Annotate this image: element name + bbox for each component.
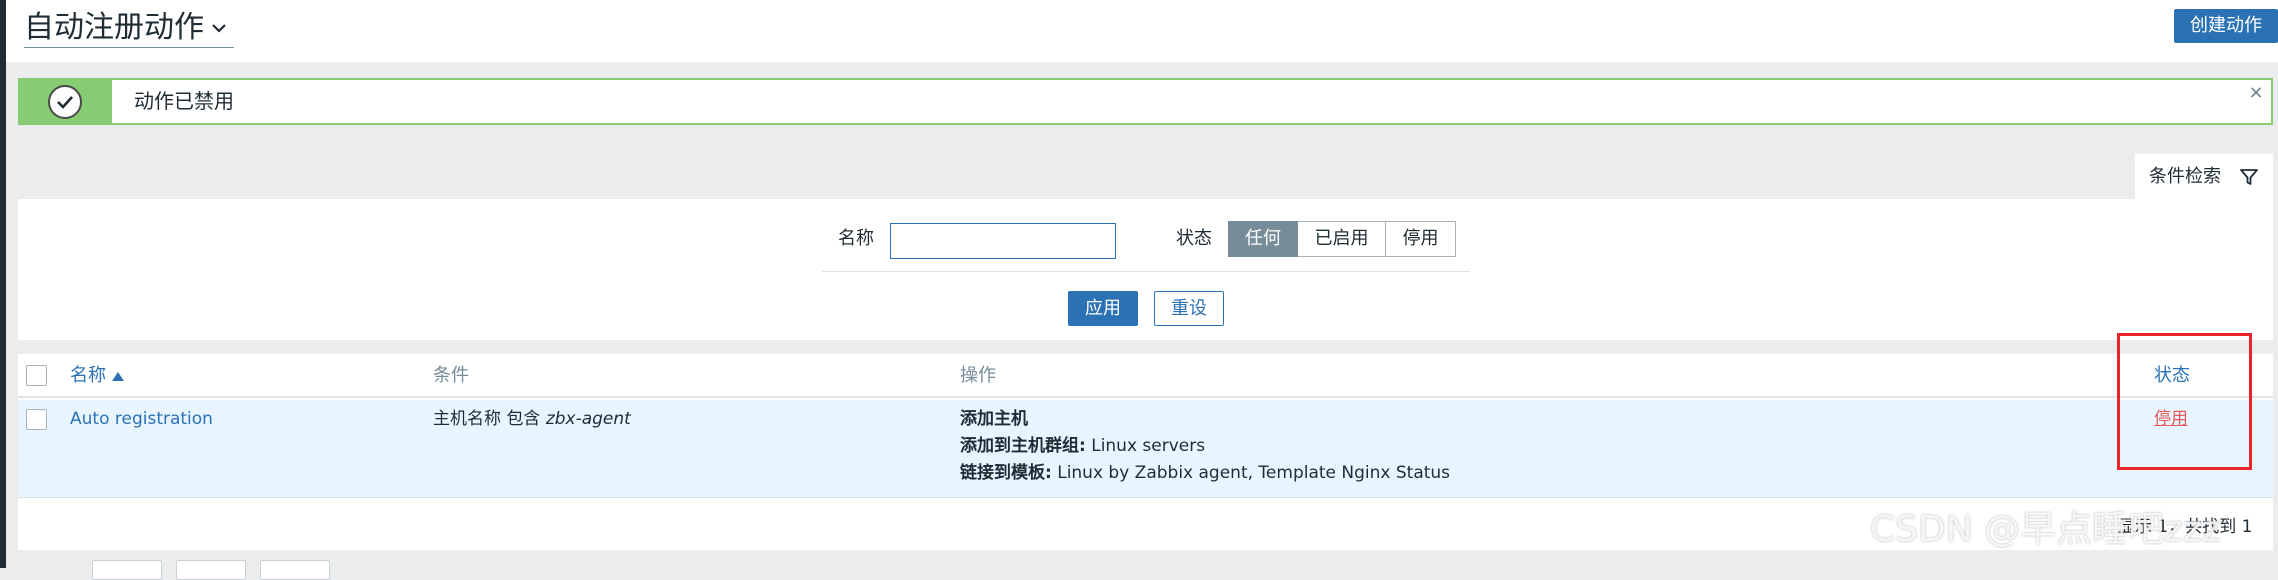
- status-filter-segmented: 任何 已启用 停用: [1228, 221, 1456, 257]
- csdn-watermark: CSDN @早点睡吧zzz: [1870, 509, 2221, 550]
- create-action-button[interactable]: 创建动作: [2174, 9, 2278, 43]
- column-header-name[interactable]: 名称: [70, 354, 124, 398]
- row-checkbox[interactable]: [26, 409, 47, 430]
- action-name-link[interactable]: Auto registration: [70, 406, 213, 433]
- bottom-action-button[interactable]: [260, 560, 330, 580]
- filter-tab[interactable]: 条件检索: [2135, 154, 2273, 199]
- status-column-highlight: [2117, 333, 2252, 470]
- status-option-enabled[interactable]: 已启用: [1298, 221, 1386, 257]
- message-icon-area: [20, 80, 112, 123]
- column-header-operations: 操作: [960, 365, 996, 386]
- operation-line: 链接到模板: Linux by Zabbix agent, Template N…: [960, 463, 1451, 483]
- message-text: 动作已禁用: [134, 89, 234, 113]
- status-filter-label: 状态: [1176, 228, 1212, 249]
- page-title-dropdown[interactable]: 自动注册动作: [24, 8, 234, 48]
- operation-line: 添加到主机群组: Linux servers: [960, 436, 1206, 456]
- filter-icon: [2240, 169, 2258, 185]
- action-conditions: 主机名称 包含 zbx-agent: [433, 409, 631, 429]
- table-row: Auto registration 主机名称 包含 zbx-agent 添加主机…: [18, 400, 2273, 498]
- status-option-disabled[interactable]: 停用: [1386, 221, 1456, 257]
- close-icon[interactable]: ×: [2247, 84, 2265, 102]
- page-header: 自动注册动作 创建动作: [6, 0, 2278, 62]
- apply-button[interactable]: 应用: [1068, 291, 1138, 326]
- sort-ascending-icon: [112, 371, 124, 381]
- filter-panel: 名称 状态 任何 已启用 停用 应用 重设: [18, 199, 2273, 340]
- left-sidebar-edge: [0, 0, 6, 568]
- page-title: 自动注册动作: [24, 9, 204, 45]
- filter-tab-label: 条件检索: [2149, 166, 2221, 187]
- reset-button[interactable]: 重设: [1154, 291, 1224, 326]
- check-circle-icon: [48, 85, 82, 119]
- bottom-action-button[interactable]: [92, 560, 162, 580]
- table-header: 名称 条件 操作 状态: [18, 354, 2273, 398]
- bottom-action-button[interactable]: [176, 560, 246, 580]
- name-filter-label: 名称: [838, 228, 874, 249]
- name-filter-input[interactable]: [890, 223, 1116, 259]
- operation-line: 添加主机: [960, 409, 1028, 429]
- status-option-any[interactable]: 任何: [1228, 221, 1298, 257]
- column-header-conditions: 条件: [433, 365, 469, 386]
- filter-divider: [822, 271, 1470, 272]
- action-operations: 添加主机 添加到主机群组: Linux servers 链接到模板: Linux…: [960, 406, 1450, 487]
- success-message: 动作已禁用 ×: [18, 78, 2273, 125]
- chevron-down-icon: [212, 23, 226, 33]
- select-all-checkbox[interactable]: [26, 365, 47, 386]
